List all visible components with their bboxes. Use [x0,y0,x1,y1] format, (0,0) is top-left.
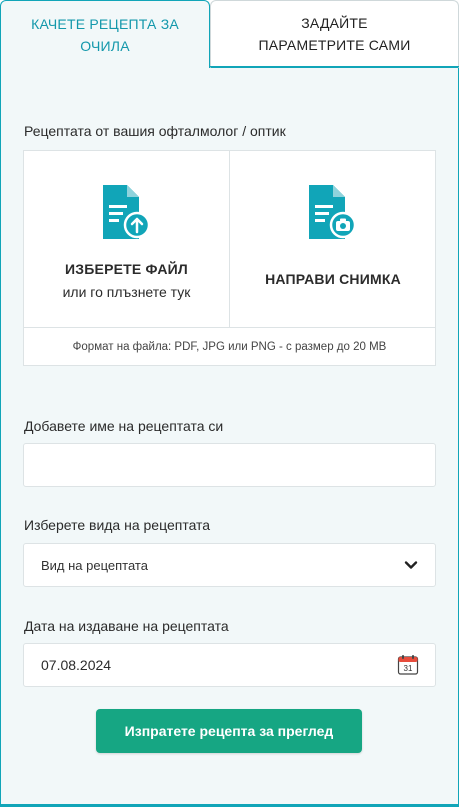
issue-date-input[interactable]: 07.08.2024 31 [23,643,436,687]
tab-upload-prescription[interactable]: КАЧЕТЕ РЕЦЕПТА ЗА ОЧИЛА [0,0,210,68]
camera-document-icon [309,185,357,239]
calendar-icon[interactable]: 31 [397,654,419,676]
chevron-down-icon [404,561,418,569]
take-photo-button[interactable]: НАПРАВИ СНИМКА [230,151,436,327]
upload-box: ИЗБЕРЕТЕ ФАЙЛ или го плъзнете тук НАПРАВ… [23,150,436,366]
drag-drop-hint: или го плъзнете тук [62,284,191,300]
upload-section-label: Рецептата от вашия офталмолог / оптик [24,123,286,139]
submit-prescription-button[interactable]: Изпратете рецепта за преглед [96,709,362,753]
tab-manual-label: ЗАДАЙТЕ ПАРАМЕТРИТЕ САМИ [258,15,411,53]
choose-file-title: ИЗБЕРЕТЕ ФАЙЛ [65,261,188,277]
tab-bar: КАЧЕТЕ РЕЦЕПТА ЗА ОЧИЛА ЗАДАЙТЕ ПАРАМЕТР… [0,0,459,68]
prescription-type-value: Вид на рецептата [41,557,148,573]
prescription-name-label: Добавете име на рецептата си [24,418,224,434]
prescription-type-label: Изберете вида на рецептата [24,517,211,533]
file-format-note: Формат на файла: PDF, JPG или PNG - с ра… [24,327,435,365]
take-photo-title: НАПРАВИ СНИМКА [265,271,401,287]
upload-document-icon [102,185,150,239]
prescription-type-select[interactable]: Вид на рецептата [23,543,436,587]
choose-file-button[interactable]: ИЗБЕРЕТЕ ФАЙЛ или го плъзнете тук [24,151,230,327]
calendar-day: 31 [404,664,413,673]
prescription-name-input[interactable] [23,443,436,487]
tab-divider-line [209,66,459,67]
tab-set-parameters[interactable]: ЗАДАЙТЕ ПАРАМЕТРИТЕ САМИ [210,0,459,68]
submit-label: Изпратете рецепта за преглед [124,723,334,739]
issue-date-label: Дата на издаване на рецептата [24,618,229,634]
issue-date-value: 07.08.2024 [41,657,112,673]
tab-upload-label: КАЧЕТЕ РЕЦЕПТА ЗА ОЧИЛА [31,15,179,54]
